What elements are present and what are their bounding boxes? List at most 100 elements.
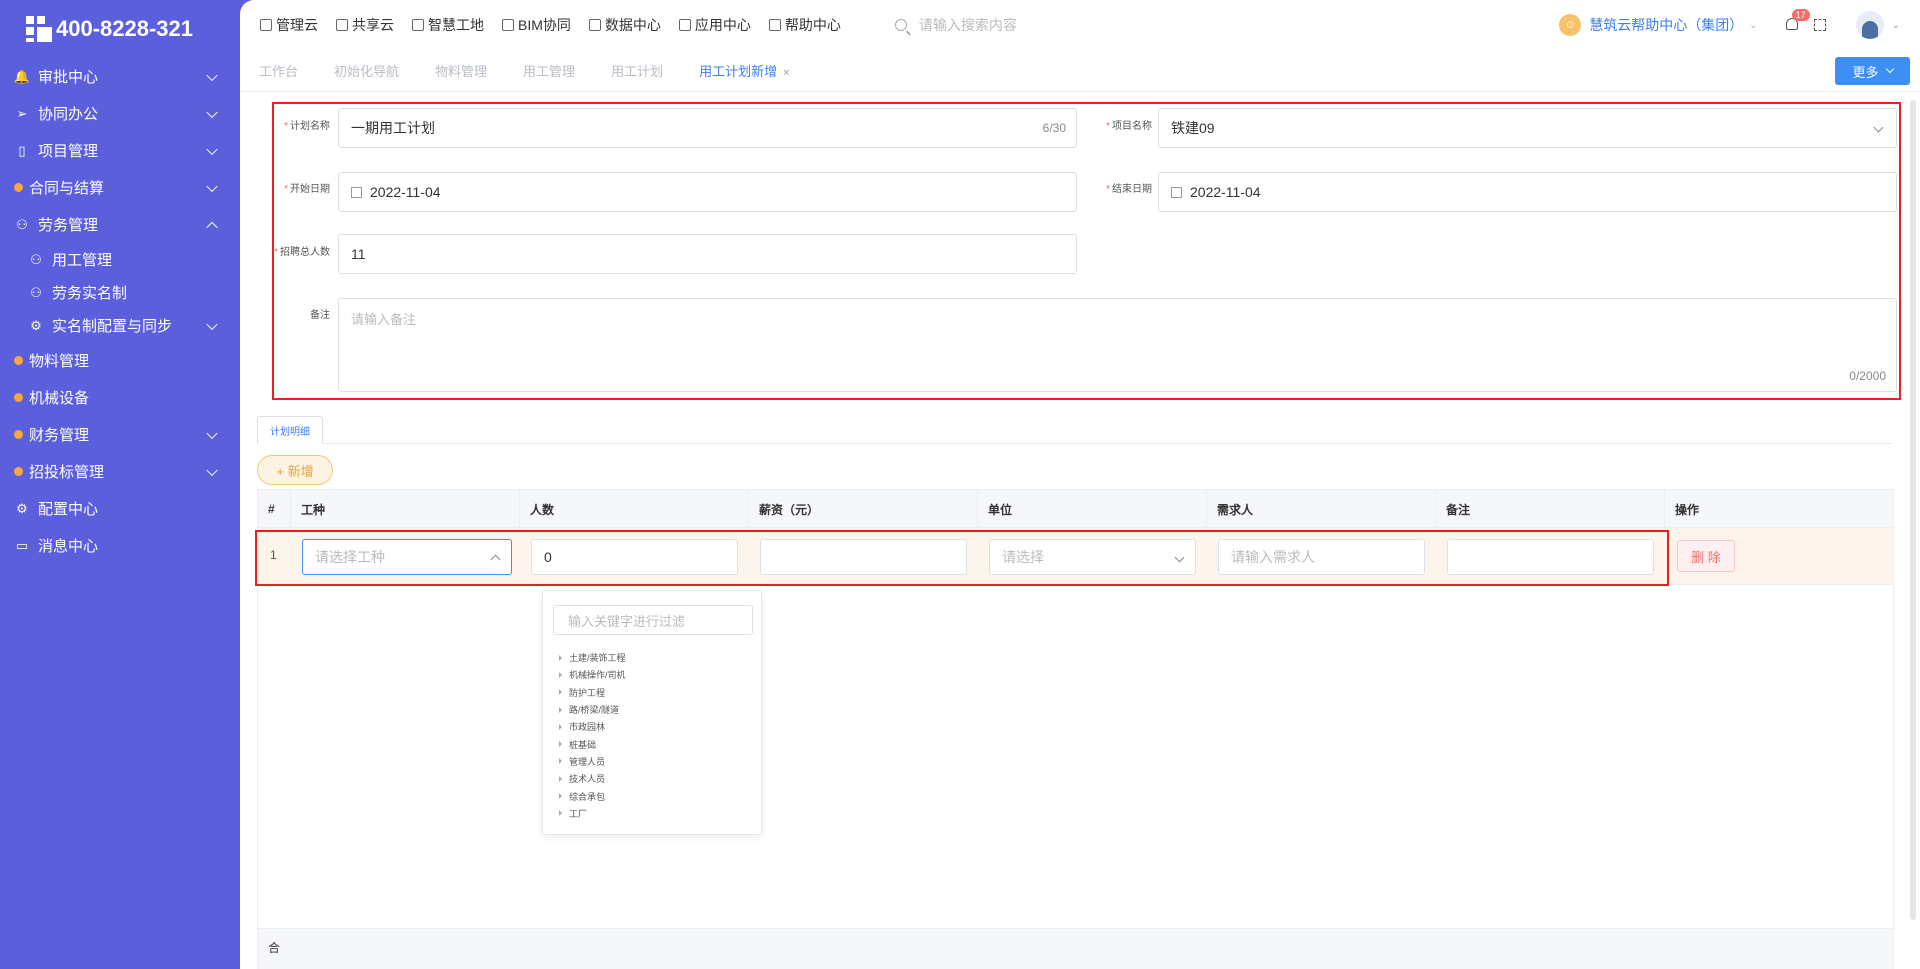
tab-item[interactable]: 物料管理 bbox=[435, 61, 487, 80]
tree-node-label: 机械操作/司机 bbox=[569, 670, 626, 681]
dropdown-filter-input[interactable]: 输入关键字进行过滤 bbox=[553, 605, 753, 635]
top-nav-link[interactable]: 帮助中心 bbox=[768, 15, 841, 35]
sidebar-item[interactable]: ⚇ 劳务实名制 bbox=[0, 276, 240, 309]
tree-node[interactable]: 土建/装饰工程 bbox=[559, 649, 626, 666]
avatar[interactable] bbox=[1855, 11, 1884, 39]
fullscreen-icon[interactable] bbox=[1813, 19, 1826, 31]
nav-icon bbox=[336, 19, 348, 31]
chevron-down-icon[interactable]: ⌄ bbox=[1892, 20, 1900, 31]
plan-name-count: 6/30 bbox=[1042, 121, 1066, 135]
brand-logo[interactable]: 400-8228-321 bbox=[0, 0, 240, 58]
top-nav-link[interactable]: 应用中心 bbox=[678, 15, 751, 35]
caret-right-icon[interactable] bbox=[559, 793, 562, 800]
end-date-value: 2022-11-04 bbox=[1190, 184, 1261, 200]
tab-plan-detail[interactable]: 计划明细 bbox=[257, 416, 323, 444]
more-button-label: 更多 bbox=[1852, 64, 1879, 80]
user-icon: ⚇ bbox=[16, 216, 28, 232]
sidebar-item[interactable]: ⚙ 配置中心 bbox=[0, 490, 240, 527]
tree-node[interactable]: 综合承包 bbox=[559, 787, 626, 804]
tree-node[interactable]: 工厂 bbox=[559, 805, 626, 822]
chevron-down-icon bbox=[206, 464, 218, 476]
tree-node-label: 路/桥梁/隧道 bbox=[569, 705, 620, 716]
notification-bell[interactable]: 17 bbox=[1784, 9, 1810, 33]
sidebar-item-label: 机械设备 bbox=[29, 390, 90, 407]
plan-name-input[interactable]: 一期用工计划 6/30 bbox=[338, 108, 1077, 148]
top-nav-link-label: BIM协同 bbox=[518, 17, 571, 33]
detail-tab-line bbox=[257, 443, 1892, 444]
sidebar-item-label: 用工管理 bbox=[52, 252, 113, 269]
chevron-down-icon[interactable]: ⌄ bbox=[1749, 20, 1757, 31]
search-input[interactable]: 请输入搜索内容 bbox=[919, 15, 1017, 35]
caret-right-icon[interactable] bbox=[559, 741, 562, 748]
top-nav-link[interactable]: 共享云 bbox=[336, 15, 394, 35]
caret-right-icon[interactable] bbox=[559, 775, 562, 782]
start-date-input[interactable]: 2022-11-04 bbox=[338, 172, 1077, 212]
footer-total-label: 合 bbox=[268, 941, 281, 955]
add-row-button[interactable]: + 新增 bbox=[257, 455, 333, 485]
caret-right-icon[interactable] bbox=[559, 654, 562, 661]
caret-right-icon[interactable] bbox=[559, 706, 562, 713]
caret-right-icon[interactable] bbox=[559, 810, 562, 817]
global-search[interactable]: 请输入搜索内容 bbox=[894, 15, 1017, 35]
brand-phone: 400-8228-321 bbox=[56, 16, 194, 41]
sidebar-item[interactable]: 🔔 审批中心 bbox=[0, 58, 240, 95]
sidebar-item[interactable]: 财务管理 bbox=[0, 416, 240, 453]
sidebar-item-label: 财务管理 bbox=[29, 427, 90, 444]
tab-item[interactable]: 初始化导航 bbox=[334, 61, 399, 80]
calendar-icon bbox=[1171, 186, 1182, 198]
sidebar-item[interactable]: ⚇ 劳务管理 bbox=[0, 206, 240, 243]
sidebar-item[interactable]: ➢ 协同办公 bbox=[0, 95, 240, 132]
top-nav-link[interactable]: 智慧工地 bbox=[412, 15, 484, 35]
help-center-link[interactable]: 慧筑云帮助中心（集团） bbox=[1589, 15, 1743, 35]
top-nav-link[interactable]: BIM协同 bbox=[502, 15, 571, 35]
tree-node[interactable]: 机械操作/司机 bbox=[559, 666, 626, 683]
sidebar-item[interactable]: ⚙ 实名制配置与同步 bbox=[0, 309, 240, 342]
gear-icon: ⚙ bbox=[30, 317, 42, 333]
sidebar-item[interactable]: 机械设备 bbox=[0, 379, 240, 416]
tab-item[interactable]: 用工计划 bbox=[611, 61, 663, 80]
tree-node[interactable]: 管理人员 bbox=[559, 753, 626, 770]
tab-item[interactable]: 用工计划新增 × bbox=[699, 61, 789, 80]
chevron-down-icon bbox=[206, 69, 218, 81]
more-button[interactable]: 更多 bbox=[1835, 57, 1910, 85]
tree-node-label: 综合承包 bbox=[569, 791, 606, 802]
project-select[interactable]: 铁建09 bbox=[1158, 108, 1897, 148]
sidebar-item[interactable]: ▭ 消息中心 bbox=[0, 527, 240, 564]
tab-item[interactable]: 工作台 bbox=[259, 61, 298, 80]
sidebar-item-label: 招投标管理 bbox=[29, 464, 105, 481]
sidebar-item[interactable]: 物料管理 bbox=[0, 342, 240, 379]
tab-label: 初始化导航 bbox=[334, 64, 400, 79]
sidebar-item[interactable]: 合同与结算 bbox=[0, 169, 240, 206]
tree-node[interactable]: 市政园林 bbox=[559, 718, 626, 735]
caret-right-icon[interactable] bbox=[559, 723, 562, 730]
total-count-input[interactable]: 11 bbox=[338, 234, 1077, 274]
sidebar-item[interactable]: 招投标管理 bbox=[0, 453, 240, 490]
dot-icon bbox=[14, 356, 23, 365]
remark-textarea[interactable]: 请输入备注 0/2000 bbox=[338, 298, 1897, 392]
sidebar-item[interactable]: ▯ 项目管理 bbox=[0, 132, 240, 169]
tree-node[interactable]: 防护工程 bbox=[559, 684, 626, 701]
tab-item[interactable]: 用工管理 bbox=[523, 61, 575, 80]
close-icon[interactable]: × bbox=[783, 67, 789, 79]
tree-node[interactable]: 桩基础 bbox=[559, 735, 626, 752]
caret-right-icon[interactable] bbox=[559, 689, 562, 696]
nav-icon bbox=[412, 19, 424, 31]
delete-row-button[interactable]: 删 除 bbox=[1677, 540, 1735, 572]
caret-right-icon[interactable] bbox=[559, 671, 562, 678]
end-date-input[interactable]: 2022-11-04 bbox=[1158, 172, 1897, 212]
top-nav-link[interactable]: 管理云 bbox=[260, 15, 318, 35]
page-scrollbar[interactable] bbox=[1910, 100, 1916, 920]
sidebar-item-label: 审批中心 bbox=[38, 69, 99, 86]
sidebar-menu: 🔔 审批中心 ➢ 协同办公 ▯ 项目管理 合同与结算 ⚇ 劳务管理 ⚇ 用工管理 ⚇ 劳务实名制 ⚙ 实名制… bbox=[0, 58, 240, 564]
top-nav: 管理云 共享云 智慧工地 BIM协同 数据中心 应用中心 帮助中心 请输入搜索内容 ☺ 慧筑… bbox=[240, 0, 1920, 50]
tree-node[interactable]: 路/桥梁/隧道 bbox=[559, 701, 626, 718]
sidebar-item-label: 项目管理 bbox=[38, 143, 99, 160]
send-icon: ➢ bbox=[16, 105, 28, 121]
tree-node[interactable]: 技术人员 bbox=[559, 770, 626, 787]
notification-badge: 17 bbox=[1791, 9, 1810, 21]
sidebar: 400-8228-321 🔔 审批中心 ➢ 协同办公 ▯ 项目管理 合同与结算 ⚇ 劳务管理 ⚇ 用… bbox=[0, 0, 240, 969]
nav-icon bbox=[588, 19, 601, 31]
caret-right-icon[interactable] bbox=[559, 758, 562, 765]
sidebar-item[interactable]: ⚇ 用工管理 bbox=[0, 243, 240, 276]
top-nav-link[interactable]: 数据中心 bbox=[588, 15, 661, 35]
